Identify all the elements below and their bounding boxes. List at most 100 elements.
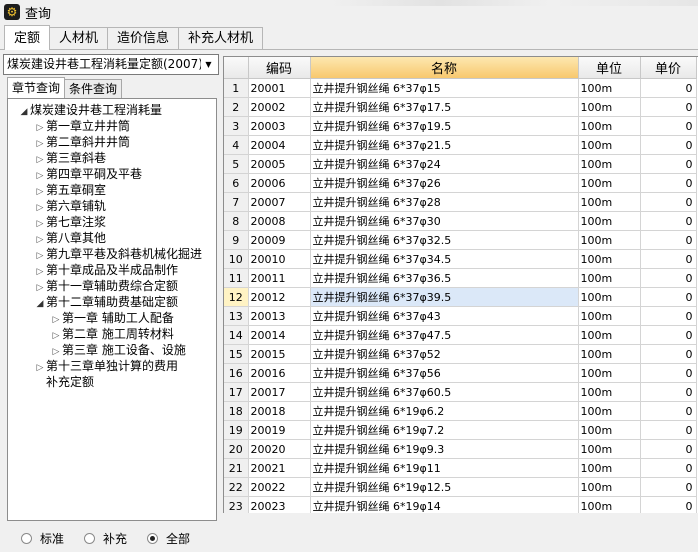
- tab-quota[interactable]: 定额: [4, 25, 51, 50]
- name-cell[interactable]: 立井提升钢丝绳 6*19φ14: [310, 496, 579, 513]
- price-cell[interactable]: 0: [640, 211, 697, 231]
- tree-item[interactable]: ▷ 第七章注浆: [8, 214, 216, 230]
- tree-item[interactable]: ▷ 第五章硐室: [8, 182, 216, 198]
- table-row[interactable]: 11 20011 立井提升钢丝绳 6*37φ36.5 100m 0: [224, 268, 697, 288]
- price-cell[interactable]: 0: [640, 78, 697, 98]
- column-header-code[interactable]: 编码: [248, 57, 311, 79]
- tab-cost-info[interactable]: 造价信息: [107, 27, 180, 50]
- code-cell[interactable]: 20017: [248, 382, 311, 402]
- unit-cell[interactable]: 100m: [578, 230, 641, 250]
- code-cell[interactable]: 20008: [248, 211, 311, 231]
- row-number-cell[interactable]: 7: [224, 192, 249, 212]
- tree-item[interactable]: ▷ 第三章斜巷: [8, 150, 216, 166]
- name-cell[interactable]: 立井提升钢丝绳 6*19φ6.2: [310, 401, 579, 421]
- unit-cell[interactable]: 100m: [578, 173, 641, 193]
- table-row[interactable]: 2 20002 立井提升钢丝绳 6*37φ17.5 100m 0: [224, 97, 697, 117]
- price-cell[interactable]: 0: [640, 306, 697, 326]
- unit-cell[interactable]: 100m: [578, 116, 641, 136]
- name-cell[interactable]: 立井提升钢丝绳 6*37φ26: [310, 173, 579, 193]
- code-cell[interactable]: 20004: [248, 135, 311, 155]
- code-cell[interactable]: 20013: [248, 306, 311, 326]
- name-cell[interactable]: 立井提升钢丝绳 6*37φ17.5: [310, 97, 579, 117]
- unit-cell[interactable]: 100m: [578, 477, 641, 497]
- table-row[interactable]: 16 20016 立井提升钢丝绳 6*37φ56 100m 0: [224, 363, 697, 383]
- name-cell[interactable]: 立井提升钢丝绳 6*37φ15: [310, 78, 579, 98]
- unit-cell[interactable]: 100m: [578, 211, 641, 231]
- code-cell[interactable]: 20020: [248, 439, 311, 459]
- price-cell[interactable]: 0: [640, 116, 697, 136]
- tree-item[interactable]: ▷ 第九章平巷及斜巷机械化掘进: [8, 246, 216, 262]
- radio-standard[interactable]: 标准: [21, 530, 64, 547]
- name-cell[interactable]: 立井提升钢丝绳 6*37φ30: [310, 211, 579, 231]
- chevron-down-icon[interactable]: ▼: [201, 56, 216, 73]
- code-cell[interactable]: 20014: [248, 325, 311, 345]
- table-row[interactable]: 6 20006 立井提升钢丝绳 6*37φ26 100m 0: [224, 173, 697, 193]
- name-cell[interactable]: 立井提升钢丝绳 6*37φ52: [310, 344, 579, 364]
- code-cell[interactable]: 20003: [248, 116, 311, 136]
- table-row[interactable]: 8 20008 立井提升钢丝绳 6*37φ30 100m 0: [224, 211, 697, 231]
- code-cell[interactable]: 20006: [248, 173, 311, 193]
- code-cell[interactable]: 20022: [248, 477, 311, 497]
- row-number-cell[interactable]: 17: [224, 382, 249, 402]
- row-number-cell[interactable]: 1: [224, 78, 249, 98]
- table-row[interactable]: 5 20005 立井提升钢丝绳 6*37φ24 100m 0: [224, 154, 697, 174]
- tree-item[interactable]: ◢ 第十二章辅助费基础定额: [8, 294, 216, 310]
- name-cell[interactable]: 立井提升钢丝绳 6*37φ56: [310, 363, 579, 383]
- tree-item[interactable]: ▷ 第十章成品及半成品制作: [8, 262, 216, 278]
- code-cell[interactable]: 20019: [248, 420, 311, 440]
- price-cell[interactable]: 0: [640, 287, 697, 307]
- price-cell[interactable]: 0: [640, 363, 697, 383]
- price-cell[interactable]: 0: [640, 268, 697, 288]
- name-cell[interactable]: 立井提升钢丝绳 6*19φ11: [310, 458, 579, 478]
- unit-cell[interactable]: 100m: [578, 192, 641, 212]
- tab-labor-material-machine[interactable]: 人材机: [49, 27, 109, 50]
- name-cell[interactable]: 立井提升钢丝绳 6*37φ24: [310, 154, 579, 174]
- table-row[interactable]: 20 20020 立井提升钢丝绳 6*19φ9.3 100m 0: [224, 439, 697, 459]
- unit-cell[interactable]: 100m: [578, 268, 641, 288]
- unit-cell[interactable]: 100m: [578, 287, 641, 307]
- row-number-cell[interactable]: 20: [224, 439, 249, 459]
- unit-cell[interactable]: 100m: [578, 344, 641, 364]
- code-cell[interactable]: 20023: [248, 496, 311, 513]
- row-number-cell[interactable]: 15: [224, 344, 249, 364]
- unit-cell[interactable]: 100m: [578, 154, 641, 174]
- tree-item[interactable]: ▷ 第二章斜井井筒: [8, 134, 216, 150]
- row-number-cell[interactable]: 12: [224, 287, 249, 307]
- tree-item[interactable]: 补充定额: [8, 374, 216, 390]
- tree-item[interactable]: ▷ 第四章平硐及平巷: [8, 166, 216, 182]
- table-row[interactable]: 7 20007 立井提升钢丝绳 6*37φ28 100m 0: [224, 192, 697, 212]
- row-number-cell[interactable]: 9: [224, 230, 249, 250]
- row-number-cell[interactable]: 6: [224, 173, 249, 193]
- tree-item[interactable]: ▷ 第六章铺轨: [8, 198, 216, 214]
- name-cell[interactable]: 立井提升钢丝绳 6*37φ47.5: [310, 325, 579, 345]
- price-cell[interactable]: 0: [640, 325, 697, 345]
- unit-cell[interactable]: 100m: [578, 401, 641, 421]
- table-row[interactable]: 4 20004 立井提升钢丝绳 6*37φ21.5 100m 0: [224, 135, 697, 155]
- tree-item[interactable]: ▷ 第一章 辅助工人配备: [8, 310, 216, 326]
- price-cell[interactable]: 0: [640, 401, 697, 421]
- price-cell[interactable]: 0: [640, 154, 697, 174]
- name-cell[interactable]: 立井提升钢丝绳 6*37φ28: [310, 192, 579, 212]
- price-cell[interactable]: 0: [640, 420, 697, 440]
- tree-item[interactable]: ◢ 煤炭建设井巷工程消耗量: [8, 102, 216, 118]
- price-cell[interactable]: 0: [640, 249, 697, 269]
- table-row[interactable]: 15 20015 立井提升钢丝绳 6*37φ52 100m 0: [224, 344, 697, 364]
- table-row[interactable]: 17 20017 立井提升钢丝绳 6*37φ60.5 100m 0: [224, 382, 697, 402]
- code-cell[interactable]: 20009: [248, 230, 311, 250]
- tree-item[interactable]: ▷ 第十一章辅助费综合定额: [8, 278, 216, 294]
- unit-cell[interactable]: 100m: [578, 78, 641, 98]
- name-cell[interactable]: 立井提升钢丝绳 6*19φ12.5: [310, 477, 579, 497]
- row-number-cell[interactable]: 4: [224, 135, 249, 155]
- tab-chapter-query[interactable]: 章节查询: [7, 77, 66, 98]
- table-row[interactable]: 18 20018 立井提升钢丝绳 6*19φ6.2 100m 0: [224, 401, 697, 421]
- chapter-tree[interactable]: ◢ 煤炭建设井巷工程消耗量 ▷ 第一章立井井筒 ▷ 第二章斜井井筒 ▷ 第三章斜巷 ▷ 第四章平硐…: [7, 98, 217, 521]
- name-cell[interactable]: 立井提升钢丝绳 6*19φ7.2: [310, 420, 579, 440]
- unit-cell[interactable]: 100m: [578, 325, 641, 345]
- column-header-name[interactable]: 名称: [310, 57, 579, 79]
- unit-cell[interactable]: 100m: [578, 439, 641, 459]
- unit-cell[interactable]: 100m: [578, 363, 641, 383]
- row-number-cell[interactable]: 22: [224, 477, 249, 497]
- code-cell[interactable]: 20010: [248, 249, 311, 269]
- row-number-cell[interactable]: 13: [224, 306, 249, 326]
- price-cell[interactable]: 0: [640, 173, 697, 193]
